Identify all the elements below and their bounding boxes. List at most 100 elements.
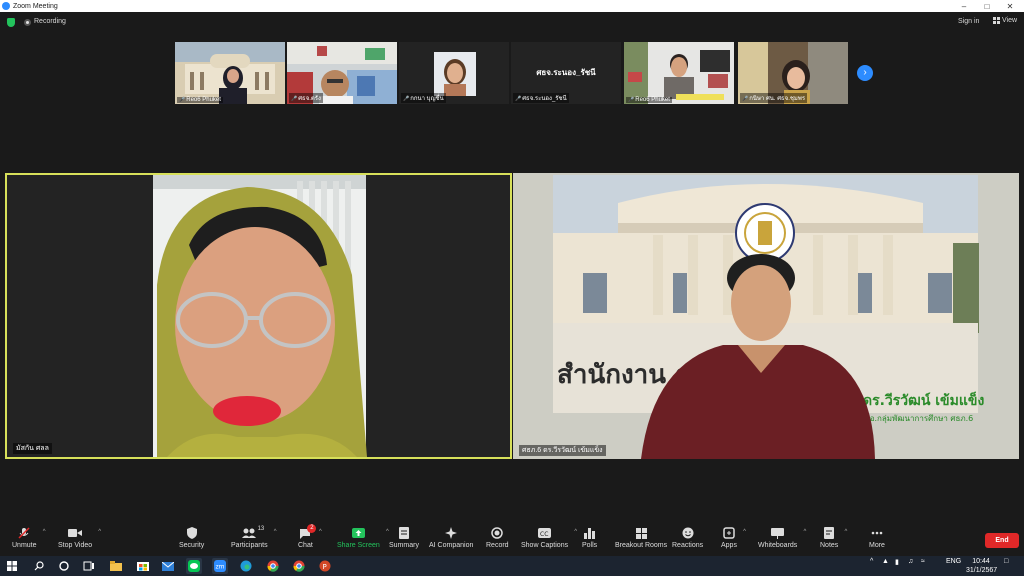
- video-camera-icon: [68, 527, 83, 539]
- powerpoint-icon[interactable]: P: [317, 558, 333, 574]
- security-button[interactable]: Security: [179, 527, 204, 549]
- breakout-rooms-button[interactable]: Breakout Rooms: [615, 527, 667, 549]
- edge-browser-icon[interactable]: [238, 558, 254, 574]
- window-title: Zoom Meeting: [13, 2, 58, 10]
- reactions-button[interactable]: Reactions: [672, 527, 703, 549]
- speaker-icon[interactable]: ♫: [908, 558, 913, 565]
- participants-label: Participants: [231, 542, 268, 549]
- participant-thumbnail[interactable]: กนิษา ศน. ศธจ.ชุมพร: [738, 42, 848, 104]
- chevron-up-icon[interactable]: ^: [743, 529, 746, 535]
- chrome-profile-icon[interactable]: [291, 558, 307, 574]
- participant-name: กกนา บุญชื่น: [401, 93, 446, 103]
- apps-button[interactable]: Apps ^: [721, 527, 746, 549]
- clock[interactable]: 10:44 31/1/2567: [966, 557, 998, 575]
- svg-text:P: P: [323, 563, 327, 571]
- apps-icon: [722, 527, 736, 539]
- participant-name: Reo6 Phuket: [626, 97, 672, 103]
- participant-thumbnail[interactable]: ศธจ.ระนอง_รัชนี ศธจ.ระนอง_รัชนี: [511, 42, 621, 104]
- language-indicator[interactable]: ENG: [946, 558, 961, 565]
- windows-start-icon[interactable]: [4, 558, 20, 574]
- wifi-icon[interactable]: ≈: [921, 558, 925, 565]
- store-icon[interactable]: [135, 558, 151, 574]
- close-button[interactable]: ✕: [996, 0, 1024, 12]
- sign-in-link[interactable]: Sign in: [958, 18, 979, 25]
- notification-icon[interactable]: □: [1004, 558, 1008, 565]
- chevron-up-icon[interactable]: ^: [574, 529, 577, 535]
- ai-companion-label: AI Companion: [429, 542, 474, 549]
- participant-name: ศธจ.ตรัง: [289, 93, 323, 103]
- polls-label: Polls: [582, 542, 598, 549]
- whiteboards-button[interactable]: Whiteboards ^: [758, 527, 806, 549]
- view-button[interactable]: View: [993, 17, 1017, 24]
- chat-button[interactable]: 2 Chat ^: [298, 524, 322, 549]
- clock-date: 31/1/2567: [966, 567, 998, 574]
- whiteboards-label: Whiteboards: [758, 542, 798, 549]
- video-feed: [175, 42, 285, 104]
- chat-label: Chat: [298, 542, 313, 549]
- summary-button[interactable]: Summary: [389, 527, 419, 549]
- record-label: Record: [486, 542, 509, 549]
- participant-name-placeholder: ศธจ.ระนอง_รัชนี: [536, 68, 596, 77]
- clock-time: 10:44: [972, 558, 990, 565]
- participant-name: Reo6 Phuket: [177, 97, 223, 103]
- chrome-icon[interactable]: [265, 558, 281, 574]
- chevron-up-icon[interactable]: ^: [43, 529, 46, 535]
- polls-button[interactable]: Polls: [582, 527, 597, 549]
- captions-icon: CC: [538, 527, 552, 539]
- active-speaker-video-tile[interactable]: มัสกัน ศลล: [5, 173, 512, 459]
- svg-text:zm: zm: [216, 564, 225, 571]
- mail-icon[interactable]: [160, 558, 176, 574]
- stop-video-button[interactable]: Stop Video ^: [58, 527, 101, 549]
- chevron-up-icon[interactable]: ^: [319, 529, 322, 535]
- share-screen-button[interactable]: Share Screen ^: [337, 527, 389, 549]
- chevron-up-icon[interactable]: ^: [803, 529, 806, 535]
- cortana-icon[interactable]: [56, 558, 72, 574]
- security-shield-icon[interactable]: [7, 18, 15, 27]
- more-label: More: [869, 542, 885, 549]
- participants-count: 13: [257, 526, 265, 532]
- chevron-up-icon[interactable]: ^: [274, 529, 277, 535]
- muted-mic-icon: [17, 527, 31, 539]
- ai-companion-button[interactable]: AI Companion: [429, 527, 473, 549]
- participant-thumbnail[interactable]: กกนา บุญชื่น: [399, 42, 509, 104]
- chevron-up-icon[interactable]: ^: [844, 529, 847, 535]
- unmute-button[interactable]: Unmute ^: [12, 527, 46, 549]
- view-label: View: [1002, 17, 1018, 24]
- show-captions-button[interactable]: CC Show Captions ^: [521, 527, 577, 549]
- network-icon[interactable]: ▲: [882, 558, 889, 565]
- zoom-taskbar-icon[interactable]: zm: [212, 558, 228, 574]
- meeting-info-bar: [0, 12, 1024, 34]
- svg-text:CC: CC: [540, 531, 548, 538]
- record-button[interactable]: Record: [486, 527, 509, 549]
- recording-icon: [24, 19, 31, 26]
- stop-video-label: Stop Video: [58, 542, 93, 549]
- end-meeting-button[interactable]: End: [985, 533, 1019, 548]
- whiteboard-icon: [771, 527, 785, 539]
- tray-chevron-icon[interactable]: ^: [870, 558, 873, 565]
- chat-bubble-icon: 2: [298, 524, 317, 539]
- more-dots-icon: [870, 527, 884, 539]
- file-explorer-icon[interactable]: [108, 558, 124, 574]
- notes-label: Notes: [820, 542, 839, 549]
- battery-icon[interactable]: ▮: [895, 558, 899, 566]
- line-app-icon[interactable]: [186, 558, 202, 574]
- participant-thumbnail[interactable]: Reo6 Phuket: [624, 42, 734, 104]
- chevron-up-icon[interactable]: ^: [98, 529, 101, 535]
- task-view-icon[interactable]: [81, 558, 97, 574]
- notes-button[interactable]: Notes ^: [820, 527, 847, 549]
- participant-thumbnail[interactable]: Reo6 Phuket: [175, 42, 285, 104]
- participant-thumbnail[interactable]: ศธจ.ตรัง: [287, 42, 397, 104]
- notes-icon: [822, 527, 836, 539]
- more-button[interactable]: More: [869, 527, 885, 549]
- participant-video-feed: สำนักงาน รภาค 6 ดร.วีรวัฒน์ เข้มแข็ง ผอ.…: [513, 173, 1019, 459]
- smiley-icon: [681, 527, 695, 539]
- next-page-button[interactable]: ›: [857, 65, 873, 81]
- summary-label: Summary: [389, 542, 419, 549]
- participant-name: มัสกัน ศลล: [13, 443, 52, 454]
- participant-video-tile[interactable]: สำนักงาน รภาค 6 ดร.วีรวัฒน์ เข้มแข็ง ผอ.…: [513, 173, 1019, 459]
- zoom-app-icon: [2, 2, 10, 10]
- participants-button[interactable]: 13 Participants ^: [231, 526, 277, 549]
- search-icon[interactable]: [31, 558, 47, 574]
- chevron-right-icon: ›: [863, 67, 867, 78]
- show-captions-label: Show Captions: [521, 542, 569, 549]
